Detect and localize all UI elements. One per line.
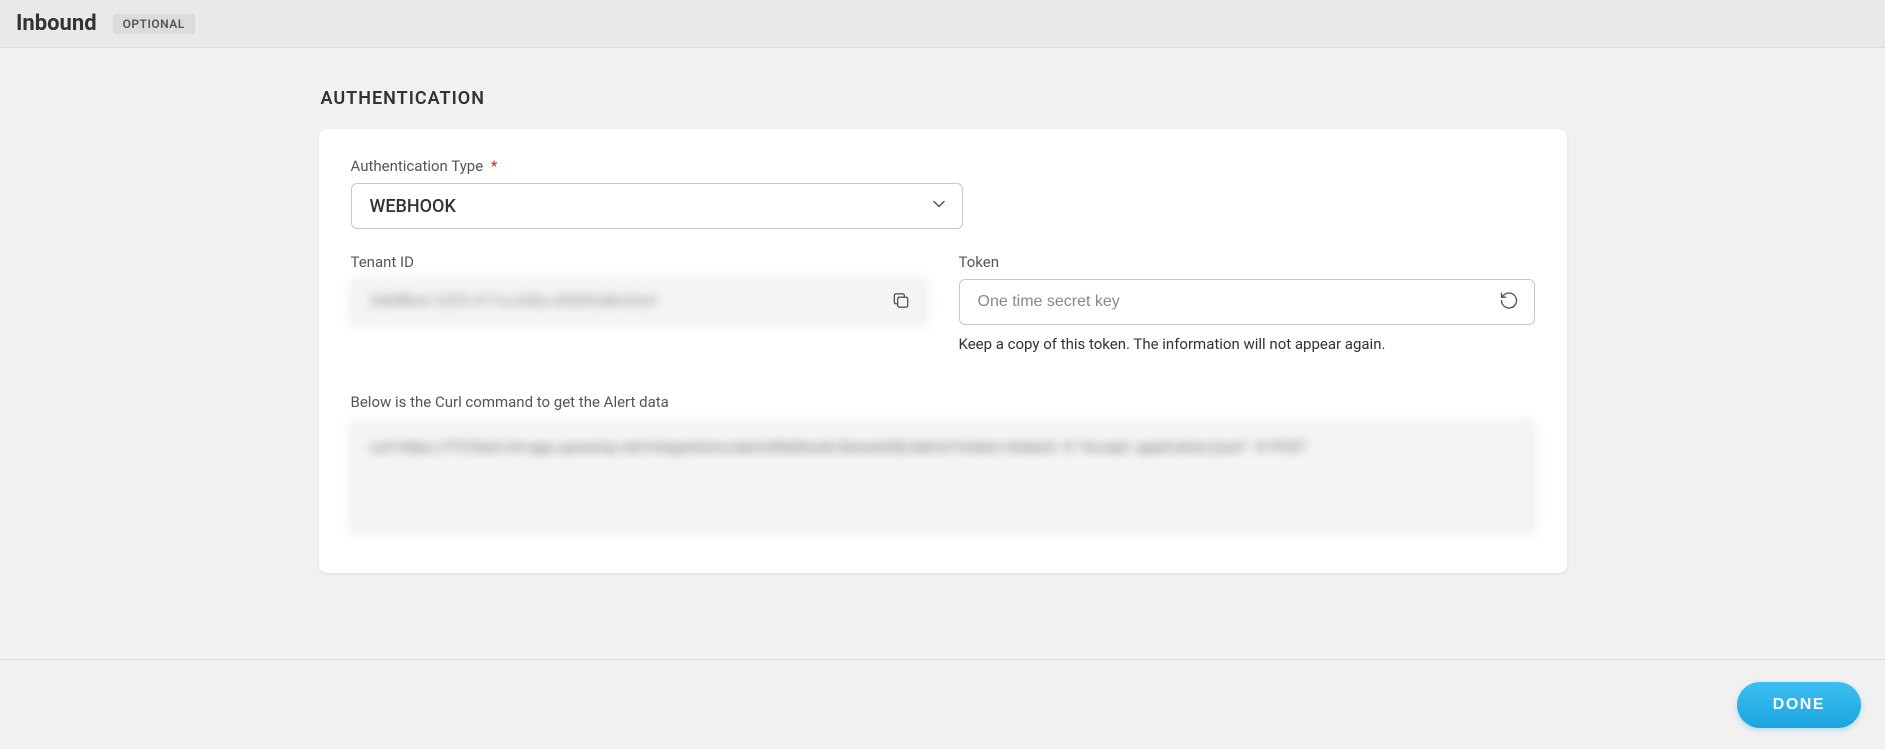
section-heading-authentication: AUTHENTICATION xyxy=(319,88,1567,109)
token-help-text: Keep a copy of this token. The informati… xyxy=(959,335,1535,353)
authentication-card: Authentication Type * WEBHOOK xyxy=(319,129,1567,573)
auth-type-label: Authentication Type * xyxy=(351,157,963,175)
auth-type-select[interactable]: WEBHOOK xyxy=(351,183,963,229)
done-button[interactable]: DONE xyxy=(1737,682,1861,728)
auth-type-value: WEBHOOK xyxy=(370,196,456,217)
regenerate-token-button[interactable] xyxy=(1495,287,1523,318)
token-label: Token xyxy=(959,253,1535,271)
page-title: Inbound xyxy=(16,11,97,36)
required-asterisk: * xyxy=(491,157,497,175)
header-bar: Inbound OPTIONAL xyxy=(0,0,1885,48)
curl-command-label: Below is the Curl command to get the Ale… xyxy=(351,393,1535,411)
copy-tenant-id-button[interactable] xyxy=(887,287,915,318)
curl-command-box[interactable]: curl https://TCClient.int-app.opsramp.ne… xyxy=(351,421,1535,533)
auth-type-label-text: Authentication Type xyxy=(351,157,484,175)
footer-bar: DONE xyxy=(0,659,1885,749)
token-input[interactable] xyxy=(959,279,1535,325)
tenant-id-label: Tenant ID xyxy=(351,253,927,271)
optional-badge: OPTIONAL xyxy=(113,14,195,34)
tenant-id-input[interactable] xyxy=(351,279,927,325)
refresh-icon xyxy=(1499,291,1519,314)
content-area: AUTHENTICATION Authentication Type * WEB… xyxy=(0,48,1885,659)
copy-icon xyxy=(891,291,911,314)
